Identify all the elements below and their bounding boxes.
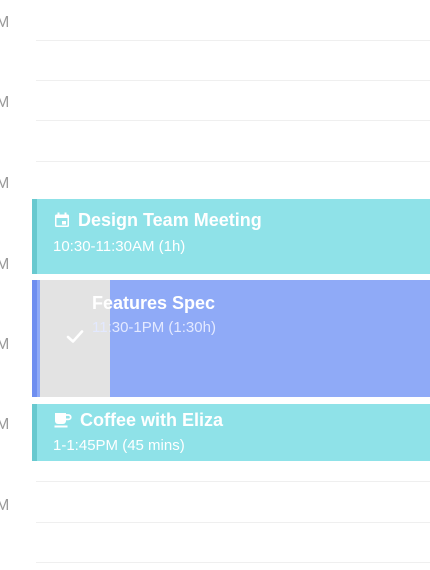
checkmark-icon xyxy=(66,329,84,348)
event-title-row: Design Team Meeting xyxy=(54,210,262,233)
hour-label: M xyxy=(0,256,10,273)
event-time: 10:30-11:30AM (1h) xyxy=(53,238,186,255)
grid-line xyxy=(36,161,430,162)
grid-line xyxy=(36,120,430,121)
event-coffee-with-eliza[interactable]: Coffee with Eliza 1-1:45PM (45 mins) xyxy=(32,404,430,461)
grid-line xyxy=(36,522,430,523)
hour-label: M xyxy=(0,497,10,514)
event-features-spec[interactable]: Features Spec 11:30-1PM (1:30h) xyxy=(32,280,430,397)
grid-line xyxy=(36,80,430,81)
event-time: 11:30-1PM (1:30h) xyxy=(92,319,216,336)
event-title: Design Team Meeting xyxy=(78,210,262,230)
event-title: Coffee with Eliza xyxy=(80,410,224,430)
event-design-team-meeting[interactable]: Design Team Meeting 10:30-11:30AM (1h) xyxy=(32,199,430,274)
event-color-stripe xyxy=(32,199,37,274)
grid-line xyxy=(36,562,430,563)
hour-label: M xyxy=(0,14,10,31)
event-color-stripe xyxy=(32,404,37,461)
event-title: Features Spec xyxy=(92,293,216,313)
hour-label: M xyxy=(0,94,10,111)
grid-line xyxy=(36,40,430,41)
grid-line xyxy=(36,481,430,482)
event-title-row: Coffee with Eliza xyxy=(54,410,223,433)
calendar-icon xyxy=(54,212,70,233)
coffee-cup-icon xyxy=(54,412,72,433)
hour-label: M xyxy=(0,336,10,353)
event-time: 1-1:45PM (45 mins) xyxy=(53,437,185,454)
hour-label: M xyxy=(0,416,10,433)
event-color-stripe xyxy=(32,280,37,397)
hour-label: M xyxy=(0,175,10,192)
